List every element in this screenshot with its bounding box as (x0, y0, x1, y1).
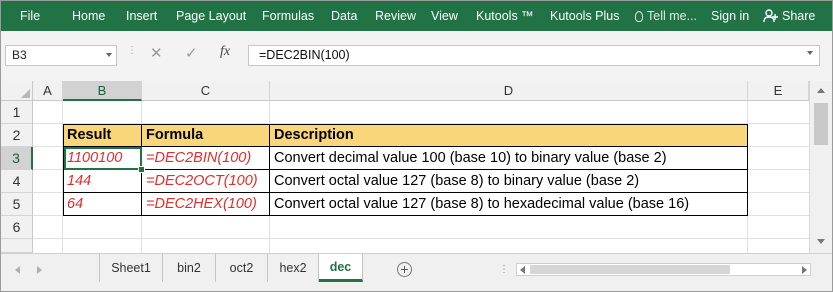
chevron-down-icon[interactable] (106, 53, 112, 57)
tab-page-layout[interactable]: Page Layout (176, 1, 246, 31)
table-cell-result[interactable]: 144 (63, 170, 142, 193)
ribbon-tab-bar: File Home Insert Page Layout Formulas Da… (1, 1, 832, 31)
table-border (63, 169, 748, 170)
table-border (63, 124, 64, 216)
scroll-down-arrow-icon[interactable] (817, 239, 825, 244)
tab-insert[interactable]: Insert (126, 1, 157, 31)
fill-handle[interactable] (138, 166, 145, 173)
column-header-e[interactable]: E (748, 81, 809, 101)
drag-handle-icon[interactable]: ⋮ (127, 46, 137, 63)
row-header-5[interactable]: 5 (1, 193, 33, 216)
table-cell-result[interactable]: 64 (63, 193, 142, 216)
table-border (747, 124, 748, 216)
excel-window: File Home Insert Page Layout Formulas Da… (0, 0, 833, 292)
column-header-c[interactable]: C (142, 81, 270, 101)
row-header-6[interactable]: 6 (1, 216, 33, 239)
sign-in-link[interactable]: Sign in (711, 1, 749, 31)
tab-formulas[interactable]: Formulas (262, 1, 314, 31)
add-sheet-icon[interactable] (397, 262, 412, 277)
scroll-up-arrow-icon[interactable] (817, 88, 825, 93)
lightbulb-icon (635, 11, 643, 22)
table-border (63, 215, 748, 216)
table-header-formula[interactable]: Formula (142, 124, 270, 147)
sheet-tab-sheet1[interactable]: Sheet1 (99, 254, 163, 282)
select-all-icon (21, 89, 30, 98)
scroll-left-arrow-icon[interactable] (520, 266, 525, 274)
name-box-value: B3 (12, 48, 27, 62)
expand-formula-icon[interactable] (807, 51, 813, 55)
table-cell-formula[interactable]: =DEC2OCT(100) (142, 170, 270, 193)
enter-icon[interactable]: ✓ (185, 44, 198, 62)
cancel-icon[interactable]: ✕ (150, 44, 163, 62)
formula-text: =DEC2BIN(100) (259, 48, 350, 62)
tell-me-search[interactable]: Tell me... (635, 1, 697, 31)
horizontal-scrollbar[interactable] (516, 263, 811, 276)
formula-bar: B3 ⋮ ✕ ✓ fx =DEC2BIN(100) (1, 31, 832, 81)
sheet-tabs-bar: Sheet1 bin2 oct2 hex2 dec ⋮ (1, 253, 832, 291)
scroll-right-arrow-icon[interactable] (802, 266, 807, 274)
vertical-scrollbar[interactable] (809, 81, 832, 253)
select-all-corner[interactable] (1, 81, 33, 101)
sheet-tab-hex2[interactable]: hex2 (268, 254, 319, 282)
tab-review[interactable]: Review (375, 1, 416, 31)
share-button[interactable]: Share (763, 1, 815, 31)
table-border (63, 124, 748, 125)
table-cell-formula[interactable]: =DEC2HEX(100) (142, 193, 270, 216)
insert-function-icon[interactable]: fx (220, 44, 230, 60)
table-header-description[interactable]: Description (270, 124, 748, 147)
row-header-3[interactable]: 3 (1, 147, 33, 170)
table-cell-description[interactable]: Convert decimal value 100 (base 10) to b… (270, 147, 748, 170)
tab-file[interactable]: File (20, 1, 40, 31)
row-header-7[interactable] (1, 239, 33, 253)
table-cell-formula[interactable]: =DEC2BIN(100) (142, 147, 270, 170)
share-person-icon (763, 9, 778, 23)
tab-data[interactable]: Data (331, 1, 357, 31)
sheet-tab-bin2[interactable]: bin2 (163, 254, 216, 282)
column-header-b[interactable]: B (63, 81, 142, 101)
tell-me-label: Tell me... (647, 9, 698, 23)
prev-sheet-arrow-icon[interactable] (15, 266, 20, 274)
table-cell-description[interactable]: Convert octal value 127 (base 8) to hexa… (270, 193, 748, 216)
tab-home[interactable]: Home (72, 1, 105, 31)
row-header-2[interactable]: 2 (1, 124, 33, 147)
table-border (63, 192, 748, 193)
tab-kutools[interactable]: Kutools ™ (476, 1, 534, 31)
table-header-result[interactable]: Result (63, 124, 142, 147)
gridline (33, 238, 809, 239)
row-header-1[interactable]: 1 (1, 101, 33, 124)
splitter-handle-icon[interactable]: ⋮ (499, 264, 510, 275)
horizontal-scroll-thumb[interactable] (530, 265, 730, 274)
table-border (269, 124, 270, 216)
table-border (63, 146, 748, 147)
tab-view[interactable]: View (431, 1, 458, 31)
worksheet-grid[interactable]: A B C D E 1 2 3 4 5 6 Result Formula Des… (1, 81, 832, 253)
next-sheet-arrow-icon[interactable] (37, 266, 42, 274)
row-header-4[interactable]: 4 (1, 170, 33, 193)
sheet-tab-dec[interactable]: dec (319, 254, 363, 282)
sheet-tab-oct2[interactable]: oct2 (216, 254, 268, 282)
column-header-a[interactable]: A (33, 81, 63, 101)
share-label: Share (782, 9, 816, 23)
column-header-d[interactable]: D (270, 81, 748, 101)
name-box[interactable]: B3 (5, 45, 117, 66)
vertical-scroll-thumb[interactable] (814, 103, 828, 145)
formula-input[interactable]: =DEC2BIN(100) (248, 45, 820, 66)
tab-kutools-plus[interactable]: Kutools Plus (550, 1, 619, 31)
active-cell-selection (64, 147, 142, 170)
table-cell-description[interactable]: Convert octal value 127 (base 8) to bina… (270, 170, 748, 193)
